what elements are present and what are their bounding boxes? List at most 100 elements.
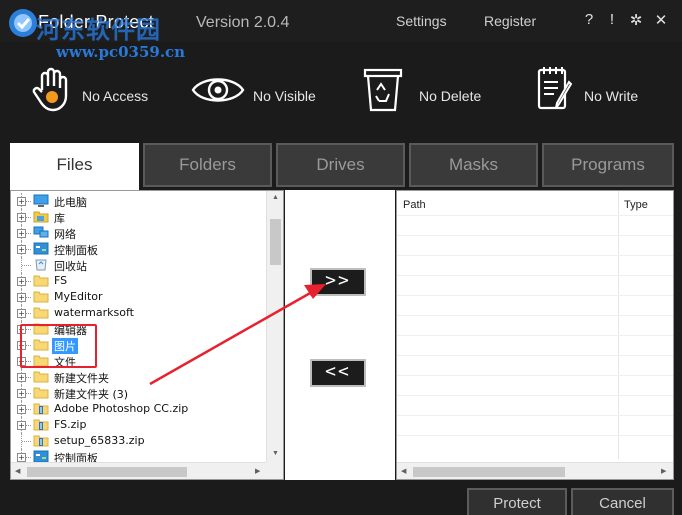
tree-item-label[interactable]: 新建文件夹 (54, 370, 109, 386)
list-horizontal-scrollbar[interactable]: ◀ ▶ (397, 462, 673, 479)
help-button[interactable]: ? (581, 11, 597, 28)
tree-item-label[interactable]: MyEditor (54, 290, 103, 303)
cancel-button[interactable]: Cancel (571, 488, 674, 515)
info-button[interactable]: ! (604, 11, 620, 28)
expand-icon[interactable]: + (17, 277, 26, 286)
tree-item-label[interactable]: 库 (54, 210, 65, 226)
app-version: Version 2.0.4 (196, 14, 290, 31)
expand-icon[interactable]: + (17, 421, 26, 430)
expand-icon[interactable]: + (17, 373, 26, 382)
protected-items-list[interactable]: Path Type ◀ ▶ (396, 190, 674, 480)
column-header-path[interactable]: Path (403, 199, 426, 211)
folder-icon (33, 370, 49, 383)
tree-item[interactable]: + 此电脑 (11, 193, 267, 209)
annotation-highlight-box (20, 324, 97, 368)
tab-files[interactable]: Files (10, 143, 139, 191)
tree-item[interactable]: 回收站 (11, 257, 267, 273)
tree-horizontal-scrollbar[interactable]: ◀ ▶ (11, 462, 267, 479)
tree-item[interactable]: + 库 (11, 209, 267, 225)
empty-row-line (397, 335, 673, 336)
tree-item[interactable]: + watermarksoft (11, 305, 267, 321)
settings-link[interactable]: Settings (396, 13, 447, 29)
tree-item-label[interactable]: setup_65833.zip (54, 434, 145, 447)
column-header-type[interactable]: Type (624, 199, 648, 211)
library-folder-icon (33, 210, 49, 223)
minimize-button[interactable]: ✲ (628, 11, 644, 29)
tree-item[interactable]: + FS (11, 273, 267, 289)
empty-row-line (397, 275, 673, 276)
scroll-down-icon[interactable]: ▼ (272, 450, 279, 457)
mode-label: No Write (584, 88, 639, 104)
tree-item-label[interactable]: 控制面板 (54, 242, 98, 258)
remove-from-list-button[interactable]: << (310, 359, 366, 387)
tab-masks[interactable]: Masks (409, 143, 538, 187)
tree-item-label[interactable]: FS (54, 274, 67, 287)
tab-folders[interactable]: Folders (143, 143, 272, 187)
mode-no-write[interactable]: No Write (535, 62, 665, 122)
tree-item-label[interactable]: 新建文件夹 (3) (54, 386, 128, 402)
tree-item[interactable]: + 控制面板 (11, 241, 267, 257)
scrollbar-thumb[interactable] (413, 467, 565, 477)
empty-row-line (397, 395, 673, 396)
expand-icon[interactable]: + (17, 453, 26, 462)
expand-icon[interactable]: + (17, 229, 26, 238)
tree-item[interactable]: + 新建文件夹 (11, 369, 267, 385)
mode-no-visible[interactable]: No Visible (190, 62, 330, 122)
zip-icon (33, 402, 49, 415)
notepad-pen-icon (537, 67, 573, 110)
empty-row-line (397, 255, 673, 256)
category-tabs: Files Folders Drives Masks Programs (10, 143, 674, 191)
expand-icon[interactable]: + (17, 309, 26, 318)
mode-no-delete[interactable]: No Delete (362, 62, 492, 122)
mode-label: No Visible (253, 88, 316, 104)
expand-icon[interactable]: + (17, 213, 26, 222)
empty-row-line (397, 415, 673, 416)
recycle-bin-icon (363, 68, 403, 112)
empty-row-line (397, 435, 673, 436)
scroll-left-icon[interactable]: ◀ (15, 467, 20, 475)
tab-drives[interactable]: Drives (276, 143, 405, 187)
transfer-area: >> << (285, 190, 395, 480)
expand-icon[interactable]: + (17, 245, 26, 254)
tree-item[interactable]: + Adobe Photoshop CC.zip (11, 401, 267, 417)
tree-item[interactable]: + FS.zip (11, 417, 267, 433)
mode-label: No Delete (419, 88, 482, 104)
tree-item[interactable]: + 新建文件夹 (3) (11, 385, 267, 401)
mode-no-access[interactable]: No Access (28, 62, 158, 122)
expand-icon[interactable]: + (17, 405, 26, 414)
list-header: Path Type (397, 191, 673, 215)
tree-item[interactable]: + MyEditor (11, 289, 267, 305)
tree-item-label[interactable]: watermarksoft (54, 306, 134, 319)
tree-vertical-scrollbar[interactable]: ▲ ▼ (266, 191, 283, 463)
scroll-right-icon[interactable]: ▶ (661, 467, 666, 475)
expand-icon[interactable]: + (17, 197, 26, 206)
scroll-left-icon[interactable]: ◀ (401, 467, 406, 475)
tree-item-label[interactable]: FS.zip (54, 418, 86, 431)
scroll-right-icon[interactable]: ▶ (255, 467, 260, 475)
folder-icon (33, 306, 49, 319)
protect-button[interactable]: Protect (467, 488, 567, 515)
tree-item[interactable]: setup_65833.zip (11, 433, 267, 449)
empty-row-line (397, 295, 673, 296)
tree-item-label[interactable]: 此电脑 (54, 194, 87, 210)
empty-row-line (397, 355, 673, 356)
tree-item-label[interactable]: 回收站 (54, 258, 87, 274)
folder-icon (33, 386, 49, 399)
tree-connector (22, 441, 31, 442)
watermark-site-name: 河东软件园 (36, 16, 161, 44)
add-to-list-button[interactable]: >> (310, 268, 366, 296)
tree-item-label[interactable]: 网络 (54, 226, 76, 242)
close-button[interactable]: ✕ (653, 11, 669, 29)
tab-programs[interactable]: Programs (542, 143, 674, 187)
expand-icon[interactable]: + (17, 293, 26, 302)
expand-icon[interactable]: + (17, 389, 26, 398)
control-panel-icon (33, 242, 49, 255)
register-link[interactable]: Register (484, 13, 536, 29)
tree-item-label[interactable]: Adobe Photoshop CC.zip (54, 402, 188, 415)
scrollbar-thumb[interactable] (270, 219, 281, 265)
mode-label: No Access (82, 88, 149, 104)
scrollbar-thumb[interactable] (27, 467, 187, 477)
scroll-up-icon[interactable]: ▲ (272, 194, 279, 201)
empty-row-line (397, 315, 673, 316)
tree-item[interactable]: + 网络 (11, 225, 267, 241)
